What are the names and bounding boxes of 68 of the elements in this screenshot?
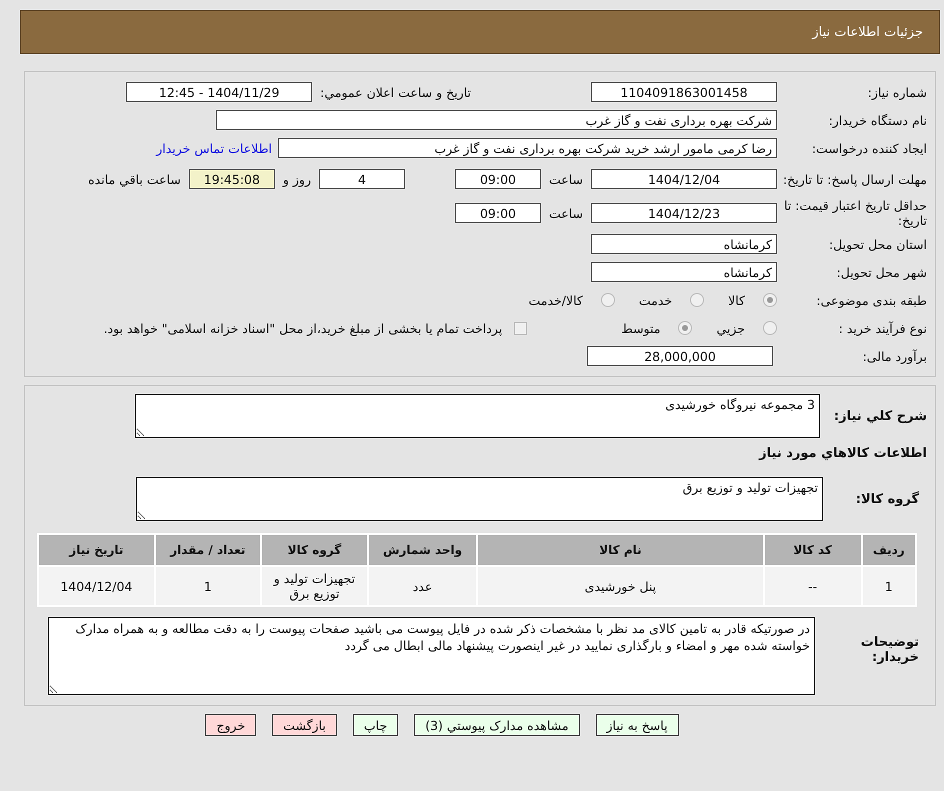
checkbox[interactable]: [514, 322, 528, 334]
column-header: واحد شمارش: [368, 534, 478, 566]
table-cell: 1: [154, 566, 261, 606]
city-field: کرمانشاه: [591, 262, 777, 282]
field-label: نام دستگاه خریدار:: [828, 112, 927, 128]
province-field: کرمانشاه: [591, 234, 777, 254]
table-cell: 1404/12/04: [38, 566, 155, 606]
checkbox-label: پرداخت تمام یا بخشی از مبلغ خرید،از محل "اسناد خزانه اسلامی" خواهد بود.: [104, 320, 502, 336]
action-button[interactable]: مشاهده مدارک پیوستي (3): [414, 714, 580, 736]
contact-info-link[interactable]: اطلاعات تماس خریدار: [156, 140, 272, 156]
field-label: استان محل تحویل:: [828, 236, 927, 252]
table-cell: 1: [862, 566, 916, 606]
exit-button[interactable]: بازگشت: [272, 714, 337, 736]
field-label: شهر محل تحویل:: [836, 264, 927, 280]
field-label: ایجاد کننده درخواست:: [810, 140, 927, 156]
buyer-org-field: شرکت بهره برداری نفت و گاز غرب: [216, 110, 777, 130]
validity-time-field: 09:00: [454, 203, 541, 223]
exit-button[interactable]: خروج: [205, 714, 256, 736]
field-label: گروه کالا:: [854, 492, 920, 506]
radio-button[interactable]: [763, 293, 777, 307]
radio-label: متوسط: [621, 320, 660, 336]
field-label: شرح كلي نياز:: [832, 408, 927, 424]
column-header: تعداد / مقدار: [154, 534, 261, 566]
deadline-date-field: 1404/12/04: [591, 169, 777, 189]
radio-button[interactable]: [690, 293, 704, 307]
radio-button[interactable]: [600, 293, 615, 307]
field-label: ساعت باقي مانده: [88, 172, 181, 186]
description-field[interactable]: 3 مجموعه نیروگاه خورشیدی: [135, 394, 820, 438]
radio-button[interactable]: [678, 321, 692, 335]
table-cell: پنل خورشیدی: [477, 566, 764, 606]
need-number-field: 1104091863001458: [591, 82, 777, 102]
column-header: گروه کالا: [260, 534, 368, 566]
remaining-time-field: 19:45:08: [188, 169, 275, 189]
radio-button[interactable]: [763, 321, 777, 335]
action-button[interactable]: چاپ: [352, 714, 398, 736]
deadline-time-field: 09:00: [454, 169, 541, 189]
action-button[interactable]: پاسخ به نیاز: [596, 714, 679, 736]
field-label: حداقل تاریخ اعتبار قیمت: تا تاریخ:: [782, 198, 927, 228]
goods-group-field[interactable]: تجهیزات تولید و توزیع برق: [136, 477, 823, 521]
field-label: برآورد مالی:: [862, 348, 927, 364]
radio-label: کالا: [728, 292, 745, 308]
field-label: نوع فرآیند خرید :: [838, 320, 927, 336]
field-label: مهلت ارسال پاسخ: تا تاریخ:: [782, 172, 927, 186]
column-header: ردیف: [862, 534, 916, 566]
field-label: روز و: [282, 172, 311, 186]
field-label: شماره نیاز:: [866, 84, 927, 100]
requester-field: رضا کرمی مامور ارشد خرید شرکت بهره برداری نفت و گاز غرب: [278, 138, 777, 158]
column-header: تاریخ نیاز: [38, 534, 155, 566]
table-cell: --: [764, 566, 862, 606]
field-label: توضیحات خریدار:: [860, 635, 920, 665]
field-label: تاریخ و ساعت اعلان عمومي:: [320, 84, 471, 100]
days-field: 4: [318, 169, 405, 189]
estimate-field: 28,000,000: [587, 346, 773, 366]
buyer-notes-field[interactable]: در صورتیکه قادر به تامین کالای مد نظر با مشخصات ذکر شده در فایل پیوست می باشید صفحات پیوست را به دقت مطالعه و به همراه مدارک خواسته شده مهر و امضاء و بارگذاری نمایید در غیر اینصورت پیشنهاد مالی ابطال می گردد: [48, 617, 815, 695]
validity-date-field: 1404/12/23: [591, 203, 777, 223]
table-cell: تجهیزات تولید و توزیع برق: [260, 566, 368, 606]
section-heading: اطلاعات كالاهاي مورد نياز: [758, 446, 927, 461]
announce-date-field: 1404/11/29 - 12:45: [126, 82, 312, 102]
table-cell: عدد: [368, 566, 478, 606]
field-label: ساعت: [548, 172, 583, 186]
field-label: طبقه بندی موضوعی:: [815, 292, 927, 308]
radio-label: کالا/خدمت: [528, 292, 583, 308]
radio-label: خدمت: [638, 292, 672, 308]
page-title: جزئیات اطلاعات نیاز: [812, 24, 923, 40]
field-label: ساعت: [548, 206, 583, 220]
radio-label: جزيي: [716, 320, 745, 336]
column-header: نام کالا: [477, 534, 764, 566]
column-header: کد کالا: [764, 534, 862, 566]
